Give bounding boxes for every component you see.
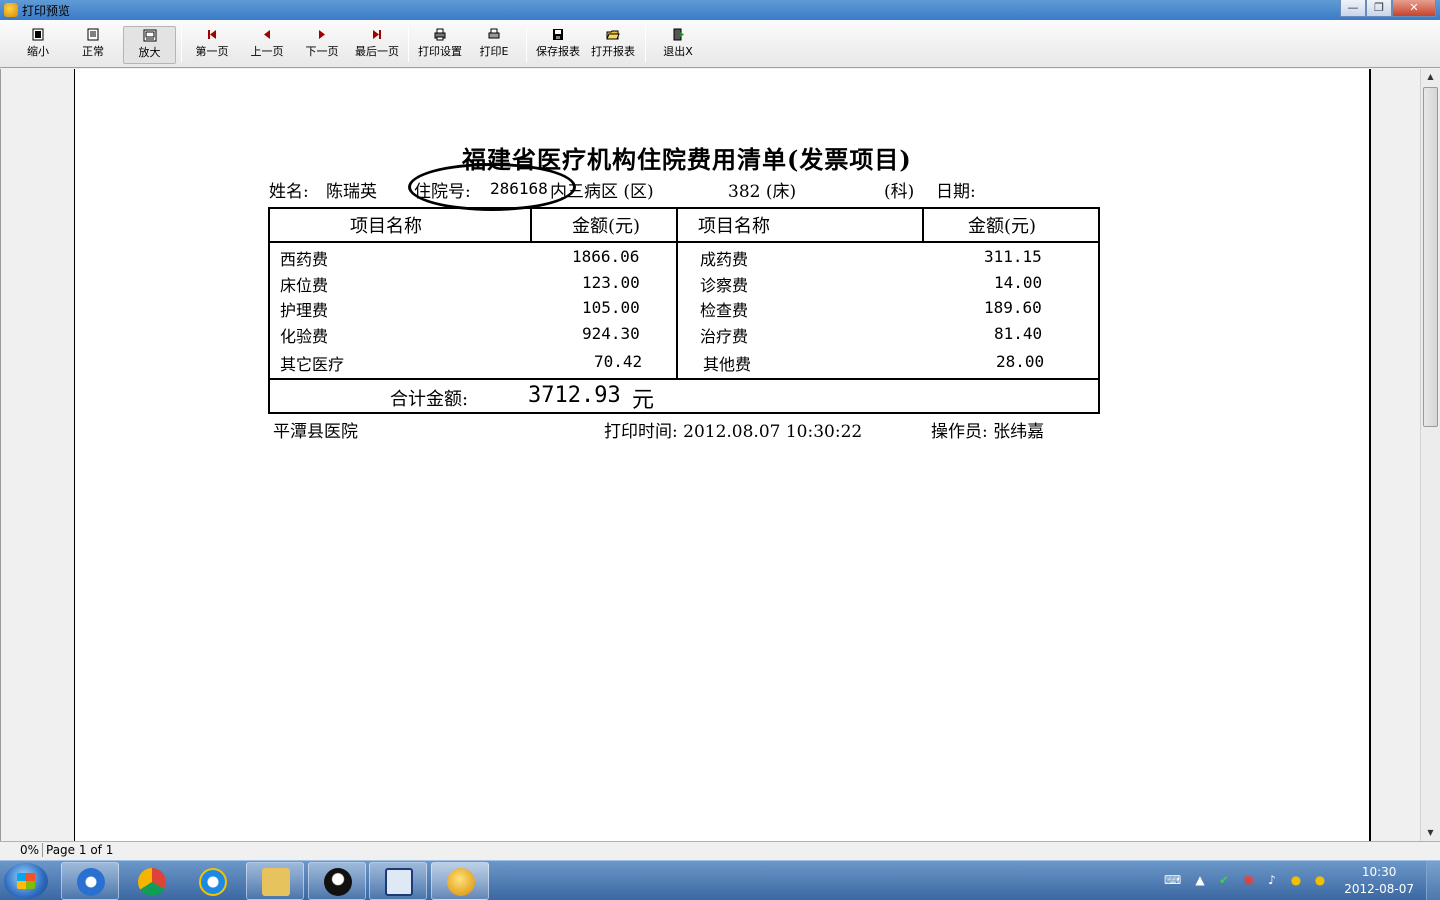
exit-door-icon xyxy=(671,28,685,41)
qq-tray-icon-2[interactable]: ● xyxy=(1312,873,1328,889)
show-hidden-icons-icon[interactable]: ▲ xyxy=(1192,873,1208,889)
table-column-rule xyxy=(922,209,924,242)
header-item-right: 项目名称 xyxy=(698,216,770,237)
department: (科) xyxy=(884,182,915,202)
volume-icon[interactable]: ♪ xyxy=(1264,873,1280,889)
folder-icon xyxy=(262,868,290,896)
windows-logo-icon xyxy=(17,873,35,889)
last-page-icon xyxy=(370,28,384,41)
printer-icon xyxy=(487,28,501,41)
taskbar: ⌨ ▲ ✔ ▣ ♪ ● ● 10:30 2012-08-07 xyxy=(0,860,1440,900)
header-amount-right: 金额(元) xyxy=(968,216,1037,237)
close-button[interactable]: ✕ xyxy=(1392,0,1436,17)
taskbar-app-sql[interactable] xyxy=(369,862,427,900)
scroll-up-arrow[interactable]: ▲ xyxy=(1421,69,1440,85)
preview-area[interactable] xyxy=(0,69,1420,841)
date-label: 日期: xyxy=(936,182,976,202)
open-folder-icon xyxy=(606,28,620,41)
table-total-rule xyxy=(270,378,1098,380)
next-page-icon xyxy=(315,28,329,41)
last-page-button[interactable]: 最后一页 xyxy=(350,26,404,64)
zoom-in-button[interactable]: 放大 xyxy=(123,26,176,64)
total-label: 合计金额: xyxy=(390,389,469,410)
zoom-in-icon xyxy=(143,29,157,42)
operator: 操作员: 张纬嘉 xyxy=(931,422,1045,442)
print-button[interactable]: 打印E xyxy=(471,26,517,64)
keyboard-icon[interactable]: ⌨ xyxy=(1164,873,1181,889)
toolbar-separator xyxy=(645,26,646,62)
save-disk-icon xyxy=(551,28,565,41)
system-tray: ⌨ ▲ ✔ ▣ ♪ ● ● 10:30 2012-08-07 xyxy=(1140,861,1440,900)
exit-button[interactable]: 退出X xyxy=(656,26,700,64)
report-app-icon xyxy=(447,868,475,896)
total-value: 3712.93 xyxy=(528,383,621,408)
internet-explorer-icon xyxy=(199,868,227,896)
qq-tray-icon[interactable]: ● xyxy=(1288,873,1304,889)
total-unit: 元 xyxy=(632,388,655,413)
prev-page-button[interactable]: 上一页 xyxy=(243,26,291,64)
patient-name-label: 姓名: xyxy=(269,182,309,202)
toolbar-separator xyxy=(408,26,409,62)
taskbar-app-ie[interactable] xyxy=(183,862,241,900)
open-report-button[interactable]: 打开报表 xyxy=(587,26,639,64)
maxthon-icon xyxy=(77,868,105,896)
vertical-scrollbar[interactable]: ▲ ▼ xyxy=(1420,69,1440,841)
clock-time: 10:30 xyxy=(1361,865,1397,879)
page-indicator: Page 1 of 1 xyxy=(42,843,113,857)
page-icon xyxy=(86,28,100,41)
title-bar: 打印预览 — ❐ ✕ xyxy=(0,0,1440,20)
taskbar-app-explorer[interactable] xyxy=(246,862,304,900)
zoom-out-icon xyxy=(31,28,45,41)
taskbar-app-browser[interactable] xyxy=(61,862,119,900)
taskbar-app-qq[interactable] xyxy=(308,862,366,900)
print-time: 打印时间: 2012.08.07 10:30:22 xyxy=(604,422,863,442)
taskbar-app-print-preview[interactable] xyxy=(431,862,489,900)
header-item-left: 项目名称 xyxy=(350,216,422,237)
table-center-rule xyxy=(676,209,678,379)
minimize-button[interactable]: — xyxy=(1340,0,1366,17)
show-desktop-button[interactable] xyxy=(1426,861,1440,900)
fee-table: 项目名称 金额(元) 项目名称 金额(元) 西药费 1866.06 成药费 31… xyxy=(268,207,1100,414)
toolbar-separator xyxy=(181,26,182,62)
qq-penguin-icon xyxy=(324,868,352,896)
printer-setup-icon xyxy=(433,28,447,41)
taskbar-app-chrome[interactable] xyxy=(122,862,180,900)
network-icon[interactable]: ▣ xyxy=(1240,873,1256,889)
window-controls: — ❐ ✕ xyxy=(1340,0,1436,18)
chrome-icon xyxy=(138,868,166,896)
toolbar: 缩小 正常 放大 第一页 上一页 下一页 最后一页 打印设置 打印E 保存报表 … xyxy=(0,20,1440,68)
status-bar: 0% Page 1 of 1 xyxy=(0,841,1440,860)
normal-zoom-button[interactable]: 正常 xyxy=(68,26,118,64)
app-icon xyxy=(4,3,18,17)
scroll-thumb[interactable] xyxy=(1423,87,1438,427)
start-button[interactable] xyxy=(4,863,48,899)
restore-button[interactable]: ❐ xyxy=(1366,0,1392,17)
clock-date: 2012-08-07 xyxy=(1344,882,1414,896)
zoom-level: 0% xyxy=(19,843,39,857)
table-header-rule xyxy=(270,241,1098,243)
prev-page-icon xyxy=(260,28,274,41)
patient-name: 陈瑞英 xyxy=(326,182,377,202)
sync-icon[interactable]: ✔ xyxy=(1216,873,1232,889)
clock[interactable]: 10:30 2012-08-07 xyxy=(1344,864,1414,898)
bed-number: 382 (床) xyxy=(728,182,797,202)
next-page-button[interactable]: 下一页 xyxy=(298,26,346,64)
zoom-out-button[interactable]: 缩小 xyxy=(14,26,62,64)
toolbar-separator xyxy=(526,26,527,62)
sql-tool-icon xyxy=(385,868,413,896)
circled-admission-annotation xyxy=(408,163,576,211)
first-page-icon xyxy=(205,28,219,41)
first-page-button[interactable]: 第一页 xyxy=(188,26,236,64)
header-amount-left: 金额(元) xyxy=(572,216,641,237)
scroll-down-arrow[interactable]: ▼ xyxy=(1421,825,1440,841)
hospital-name: 平潭县医院 xyxy=(273,422,358,442)
window-title: 打印预览 xyxy=(22,4,71,18)
save-report-button[interactable]: 保存报表 xyxy=(531,26,585,64)
table-column-rule xyxy=(530,209,532,242)
print-setup-button[interactable]: 打印设置 xyxy=(413,26,467,64)
